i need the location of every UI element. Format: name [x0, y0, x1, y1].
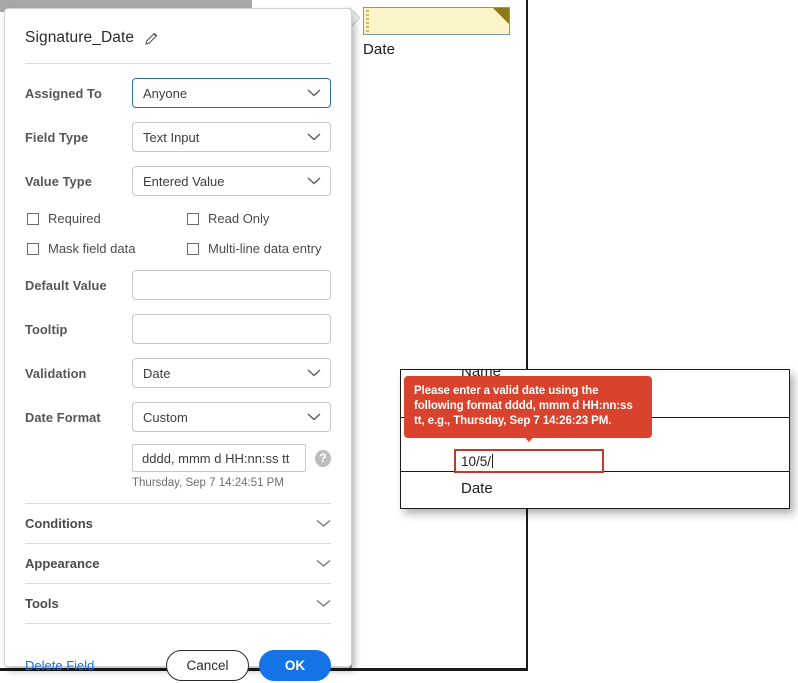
checkbox-mask-field-data-label: Mask field data	[48, 241, 136, 256]
accordion-tools[interactable]: Tools	[25, 583, 331, 624]
app-canvas: Date Signature_Date Assigned To Anyone F…	[0, 0, 798, 683]
checkbox-icon[interactable]	[27, 242, 39, 255]
custom-format-value: dddd, mmm d HH:nn:ss tt	[142, 450, 290, 466]
field-properties-dialog: Signature_Date Assigned To Anyone Field …	[4, 8, 352, 681]
row-date-format: Date Format Custom	[25, 402, 331, 432]
field-corner-flag-icon	[493, 8, 509, 24]
validation-select[interactable]: Date	[132, 358, 331, 388]
accordion-conditions-label: Conditions	[25, 516, 93, 531]
assigned-to-value: Anyone	[143, 85, 188, 101]
label-value-type: Value Type	[25, 173, 92, 189]
document-field-label: Date	[363, 41, 396, 58]
checkbox-icon[interactable]	[27, 212, 39, 225]
chevron-down-icon	[307, 174, 321, 189]
checkbox-icon[interactable]	[187, 242, 199, 255]
document-page	[352, 0, 528, 668]
popup-date-label: Date	[461, 480, 493, 497]
row-assigned-to: Assigned To Anyone	[25, 78, 331, 108]
label-default-value: Default Value	[25, 277, 107, 293]
date-input[interactable]: 10/5/	[454, 449, 604, 473]
row-tooltip: Tooltip	[25, 314, 331, 344]
checkbox-row-2: Mask field data Multi-line data entry	[25, 241, 331, 256]
checkbox-required-label: Required	[48, 211, 101, 226]
label-field-type: Field Type	[25, 129, 89, 145]
row-field-type: Field Type Text Input	[25, 122, 331, 152]
accordion-sections: Conditions Appearance Tools	[25, 503, 331, 624]
date-format-value: Custom	[143, 409, 188, 425]
chevron-down-icon	[307, 86, 321, 101]
checkbox-read-only-label: Read Only	[208, 211, 270, 226]
validation-value: Date	[143, 365, 171, 381]
checkbox-read-only[interactable]: Read Only	[187, 211, 269, 226]
custom-format-preview: Thursday, Sep 7 14:24:51 PM	[132, 477, 284, 489]
accordion-appearance-label: Appearance	[25, 556, 100, 571]
tooltip-arrow-icon	[520, 432, 538, 442]
checkbox-multi-line-label: Multi-line data entry	[208, 241, 322, 256]
chevron-down-icon	[307, 366, 321, 381]
value-type-select[interactable]: Entered Value	[132, 166, 331, 196]
accordion-appearance[interactable]: Appearance	[25, 543, 331, 583]
dialog-header: Signature_Date	[25, 9, 331, 63]
field-type-select[interactable]: Text Input	[132, 122, 331, 152]
assigned-to-select[interactable]: Anyone	[132, 78, 331, 108]
chevron-down-icon	[307, 130, 321, 145]
label-assigned-to: Assigned To	[25, 85, 102, 101]
cancel-button[interactable]: Cancel	[166, 650, 249, 681]
chevron-down-icon	[316, 555, 331, 573]
page-title: Signature_Date	[25, 29, 135, 46]
text-caret	[492, 454, 494, 468]
accordion-conditions[interactable]: Conditions	[25, 503, 331, 543]
label-date-format: Date Format	[25, 409, 101, 425]
accordion-tools-label: Tools	[25, 596, 59, 611]
custom-format-input[interactable]: dddd, mmm d HH:nn:ss tt	[132, 444, 307, 472]
row-validation: Validation Date	[25, 358, 331, 388]
help-icon[interactable]: ?	[315, 449, 331, 467]
dialog-footer: Delete Field Cancel OK	[25, 650, 331, 681]
pencil-icon[interactable]	[143, 30, 160, 47]
label-tooltip: Tooltip	[25, 321, 68, 337]
validation-error-tooltip: Please enter a valid date using the foll…	[404, 376, 652, 438]
date-input-value: 10/5/	[461, 453, 492, 469]
date-format-select[interactable]: Custom	[132, 402, 331, 432]
checkbox-required[interactable]: Required	[27, 211, 187, 226]
checkbox-row-1: Required Read Only	[25, 211, 331, 226]
chevron-down-icon	[307, 410, 321, 425]
value-type-value: Entered Value	[143, 173, 225, 189]
chevron-down-icon	[316, 515, 331, 533]
footer-buttons: Cancel OK	[166, 650, 331, 681]
default-value-input[interactable]	[132, 270, 331, 300]
checkbox-mask-field-data[interactable]: Mask field data	[27, 241, 187, 256]
label-validation: Validation	[25, 365, 87, 381]
signature-date-form-field[interactable]	[363, 7, 510, 35]
row-default-value: Default Value	[25, 270, 331, 300]
tooltip-input[interactable]	[132, 314, 331, 344]
chevron-down-icon	[316, 595, 331, 613]
header-divider	[25, 63, 331, 64]
delete-field-link[interactable]: Delete Field	[25, 658, 94, 673]
row-custom-format: dddd, mmm d HH:nn:ss tt ?	[25, 444, 331, 472]
checkbox-multi-line-data-entry[interactable]: Multi-line data entry	[187, 241, 321, 256]
row-value-type: Value Type Entered Value	[25, 166, 331, 196]
ok-button[interactable]: OK	[259, 650, 331, 681]
field-type-value: Text Input	[143, 129, 200, 145]
checkbox-icon[interactable]	[187, 212, 199, 225]
field-left-marker	[366, 10, 369, 32]
